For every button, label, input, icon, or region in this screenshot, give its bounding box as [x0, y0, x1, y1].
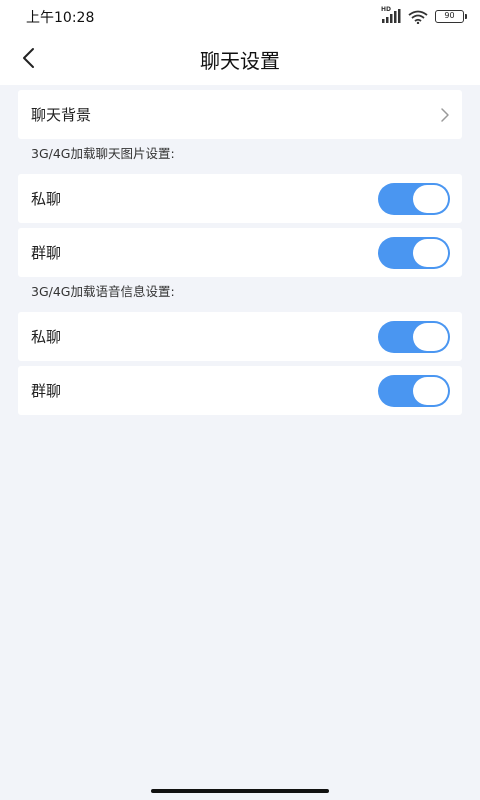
voice-group-chat-toggle[interactable] [378, 374, 450, 407]
settings-list: 聊天背景 3G/4G加载聊天图片设置: 私聊 群聊 3G/4G加载语音信息设置:… [18, 90, 462, 415]
status-time: 上午10:28 [26, 10, 95, 26]
status-bar: 上午10:28 HD 90 [0, 0, 480, 32]
chat-background-label: 聊天背景 [31, 106, 92, 124]
toggle-knob [413, 238, 448, 267]
voice-group-chat-label: 群聊 [31, 382, 62, 400]
image-private-chat-toggle[interactable] [378, 182, 450, 215]
top-nav-bar: 聊天设置 [0, 32, 480, 85]
page-title: 聊天设置 [200, 49, 280, 73]
chat-background-row[interactable]: 聊天背景 [18, 90, 462, 139]
home-indicator[interactable] [151, 789, 329, 793]
battery-level: 90 [444, 11, 455, 20]
status-icons: HD 90 [381, 6, 467, 25]
image-private-chat-label: 私聊 [31, 190, 62, 208]
voice-settings-section-label: 3G/4G加载语音信息设置: [31, 284, 175, 299]
image-group-chat-row: 群聊 [18, 228, 462, 277]
chevron-right-icon [441, 107, 449, 122]
battery-icon: 90 [435, 9, 467, 23]
image-settings-section-label: 3G/4G加载聊天图片设置: [31, 146, 175, 161]
voice-private-chat-toggle[interactable] [378, 320, 450, 353]
toggle-knob [413, 322, 448, 351]
wifi-icon [408, 9, 428, 25]
toggle-knob [413, 184, 448, 213]
image-private-chat-row: 私聊 [18, 174, 462, 223]
voice-private-chat-label: 私聊 [31, 328, 62, 346]
voice-private-chat-row: 私聊 [18, 312, 462, 361]
toggle-knob [413, 376, 448, 405]
image-group-chat-label: 群聊 [31, 244, 62, 262]
image-group-chat-toggle[interactable] [378, 236, 450, 269]
signal-icon: HD [381, 6, 401, 23]
voice-group-chat-row: 群聊 [18, 366, 462, 415]
